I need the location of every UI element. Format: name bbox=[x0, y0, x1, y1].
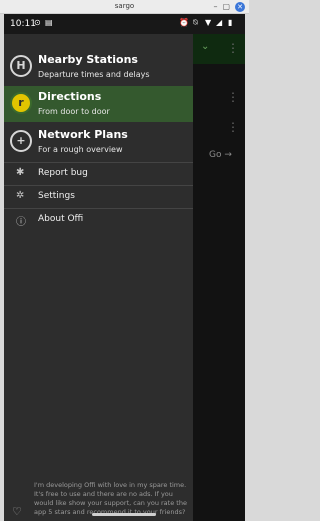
more-vert-icon: ⋮ bbox=[227, 41, 239, 55]
support-message[interactable]: I'm developing Offi with love in my spar… bbox=[34, 481, 188, 517]
heart-icon[interactable]: ♡ bbox=[12, 505, 22, 518]
signal-icon: ◢ bbox=[216, 18, 223, 27]
nav-item-network-plans[interactable]: + Network Plans For a rough overview bbox=[4, 124, 193, 160]
nav-item-label: Nearby Stations bbox=[38, 53, 138, 66]
close-icon[interactable]: ✕ bbox=[235, 2, 245, 12]
chevron-down-icon: ⌄ bbox=[201, 41, 210, 52]
status-bar: 10:11 ⊙ ▤ ⏰ ⍉ ▼ ◢ ▮ bbox=[4, 14, 245, 34]
battery-icon: ▮ bbox=[228, 18, 233, 27]
more-vert-icon: ⋮ bbox=[227, 120, 239, 134]
window-controls: – ▢ ✕ bbox=[213, 1, 245, 13]
message-icon: ▤ bbox=[45, 18, 53, 27]
alarm-icon: ⏰ bbox=[179, 18, 189, 27]
navigation-drawer: H Nearby Stations Departure times and de… bbox=[4, 34, 193, 521]
menu-item-settings[interactable]: ✲ Settings bbox=[4, 185, 193, 207]
go-button: Go → bbox=[209, 150, 232, 160]
gear-icon: ✲ bbox=[16, 190, 25, 201]
maximize-icon[interactable]: ▢ bbox=[222, 1, 230, 13]
phone-screen: 10:11 ⊙ ▤ ⏰ ⍉ ▼ ◢ ▮ ⌄ ⋮ ⋮ ⋮ Go → H Nearb… bbox=[4, 14, 245, 521]
menu-item-label: Report bug bbox=[38, 168, 88, 178]
info-icon: ⓘ bbox=[16, 217, 26, 228]
nav-item-subtitle: Departure times and delays bbox=[38, 70, 150, 79]
window-title: sargo bbox=[114, 2, 135, 10]
nearby-stations-icon: H bbox=[10, 55, 32, 77]
nav-item-label: Network Plans bbox=[38, 128, 128, 141]
location-icon: ⊙ bbox=[34, 18, 41, 27]
menu-item-report-bug[interactable]: ✱ Report bug bbox=[4, 162, 193, 184]
background-app: ⌄ ⋮ ⋮ ⋮ Go → bbox=[193, 34, 245, 521]
nav-item-label: Directions bbox=[38, 90, 102, 103]
menu-item-label: About Offi bbox=[38, 214, 84, 224]
wifi-icon: ▼ bbox=[205, 18, 212, 27]
gesture-bar[interactable] bbox=[92, 513, 156, 516]
window-titlebar: sargo – ▢ ✕ bbox=[0, 0, 249, 14]
mute-icon: ⍉ bbox=[193, 18, 198, 27]
minimize-icon[interactable]: – bbox=[213, 1, 217, 13]
background-app-toolbar: ⌄ ⋮ bbox=[193, 34, 245, 64]
more-vert-icon: ⋮ bbox=[227, 90, 239, 104]
status-time: 10:11 bbox=[10, 19, 36, 29]
bug-icon: ✱ bbox=[16, 167, 25, 178]
menu-item-label: Settings bbox=[38, 191, 75, 201]
nav-item-nearby-stations[interactable]: H Nearby Stations Departure times and de… bbox=[4, 49, 193, 85]
menu-item-about[interactable]: ⓘ About Offi bbox=[4, 208, 193, 230]
network-plans-icon: + bbox=[10, 130, 32, 152]
nav-item-directions[interactable]: r Directions From door to door bbox=[4, 86, 193, 122]
nav-item-subtitle: For a rough overview bbox=[38, 145, 123, 154]
directions-icon: r bbox=[10, 92, 32, 114]
nav-item-subtitle: From door to door bbox=[38, 107, 110, 116]
